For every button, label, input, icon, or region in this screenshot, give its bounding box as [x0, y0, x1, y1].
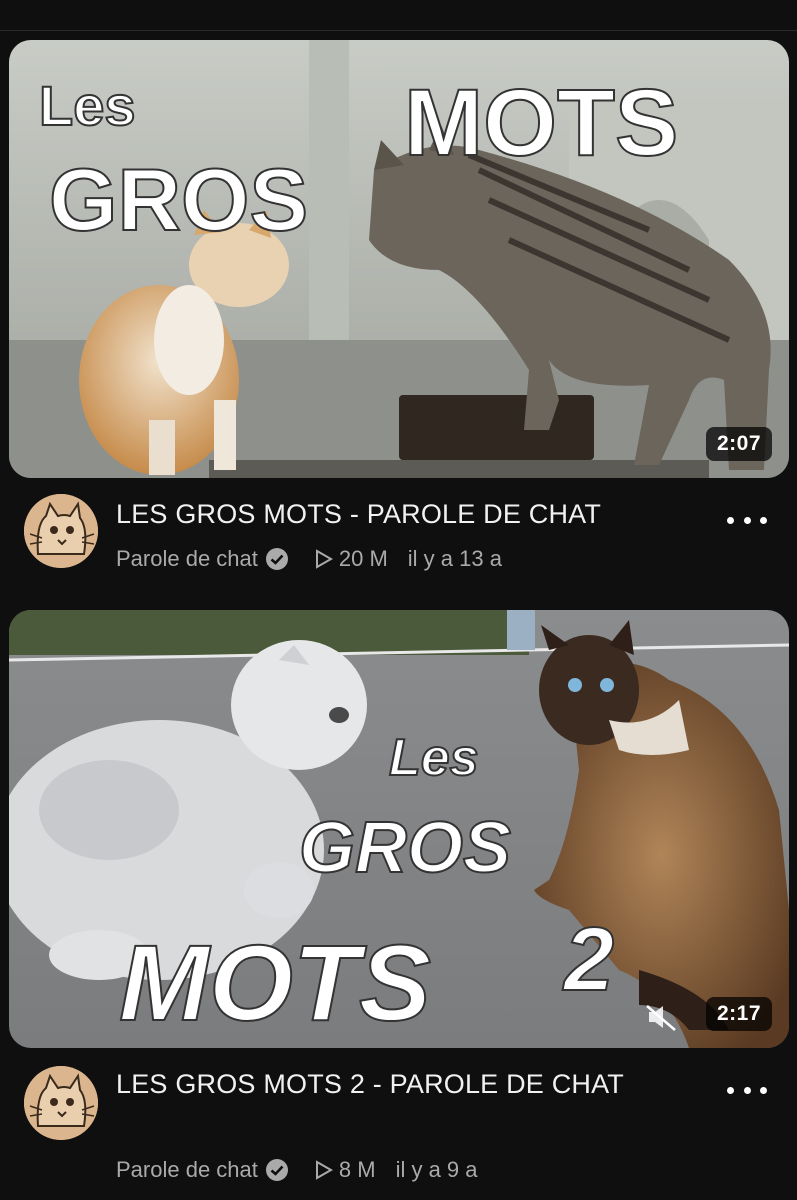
- channel-name[interactable]: Parole de chat: [116, 546, 258, 572]
- cat-drawing-icon: [24, 494, 98, 568]
- video-card-2[interactable]: Les GROS MOTS 2 2:17 LES GROS MOTS 2 - P…: [0, 600, 797, 1200]
- thumbnail-text-les: Les: [39, 74, 136, 137]
- video-meta: Parole de chat 8 M il y a 9 a: [116, 1157, 478, 1183]
- cat-drawing-icon: [24, 1066, 98, 1140]
- duration-badge: 2:07: [705, 427, 772, 461]
- thumbnail-text-gros: GROS: [49, 150, 308, 249]
- video-thumbnail[interactable]: Les GROS MOTS 2 2:17: [9, 610, 789, 1048]
- verified-icon: [265, 1159, 288, 1181]
- verified-icon: [265, 548, 288, 570]
- view-count: 20 M: [338, 546, 388, 571]
- thumbnail-text-gros: GROS: [299, 808, 511, 888]
- thumbnail-text-mots: MOTS: [119, 922, 431, 1043]
- video-card-1[interactable]: Les GROS MOTS 2:07 LES GROS MOTS - PAROL…: [0, 0, 797, 600]
- video-meta: Parole de chat 20 M il y a 13 a: [116, 546, 502, 572]
- video-thumbnail[interactable]: Les GROS MOTS 2:07: [9, 40, 789, 478]
- play-icon: [315, 1160, 333, 1180]
- channel-avatar[interactable]: [24, 1066, 98, 1140]
- more-options-icon[interactable]: [727, 510, 767, 530]
- thumbnail-text-mots: MOTS: [404, 70, 678, 176]
- more-options-icon[interactable]: [727, 1080, 767, 1100]
- thumbnail-image: Les GROS MOTS 2: [9, 610, 789, 1048]
- channel-name[interactable]: Parole de chat: [116, 1157, 258, 1183]
- muted-icon[interactable]: [645, 1002, 679, 1032]
- duration-badge: 2:17: [705, 997, 772, 1031]
- thumbnail-image: Les GROS MOTS: [9, 40, 789, 478]
- video-title[interactable]: LES GROS MOTS - PAROLE DE CHAT: [116, 494, 676, 534]
- view-count: 8 M: [338, 1157, 376, 1182]
- upload-age: il y a 13 a: [407, 546, 502, 571]
- thumbnail-text-number: 2: [562, 910, 614, 1010]
- upload-age: il y a 9 a: [395, 1157, 478, 1182]
- play-icon: [315, 549, 333, 569]
- video-title[interactable]: LES GROS MOTS 2 - PAROLE DE CHAT: [116, 1064, 656, 1104]
- thumbnail-text-les: Les: [389, 729, 479, 787]
- channel-avatar[interactable]: [24, 494, 98, 568]
